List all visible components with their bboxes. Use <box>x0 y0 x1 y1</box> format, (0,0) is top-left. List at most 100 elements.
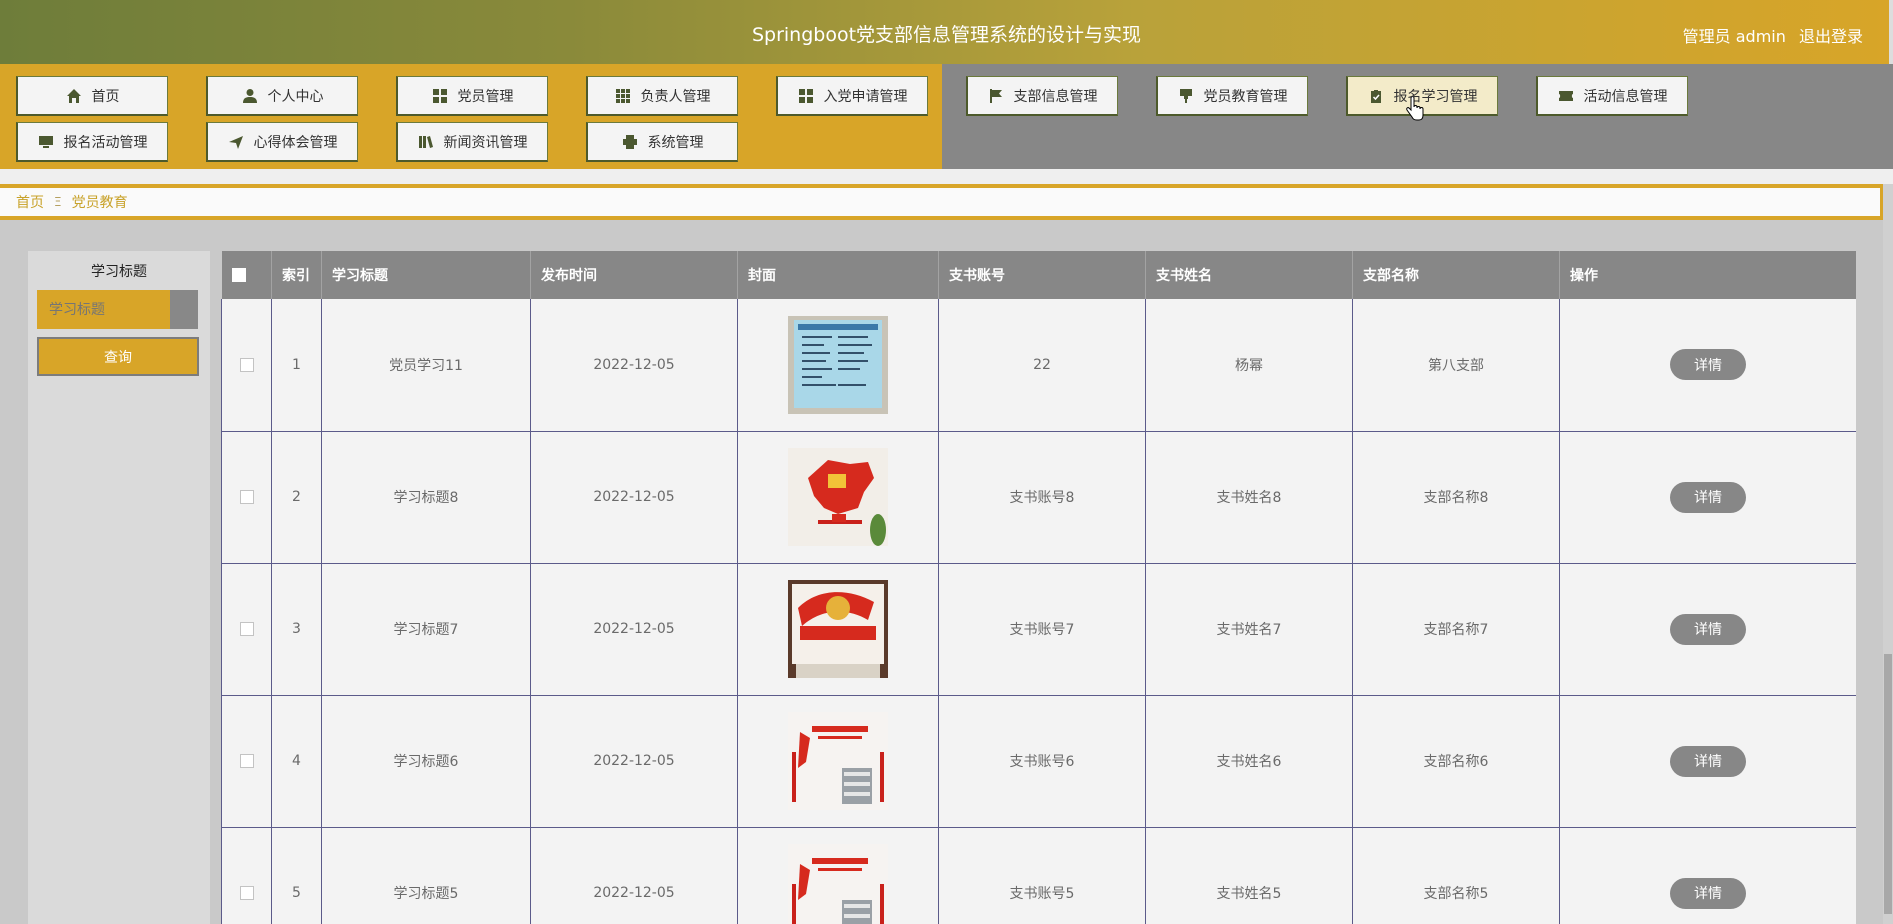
nav-item-0[interactable]: 首页 <box>16 76 168 116</box>
account-cell: 支书账号8 <box>938 431 1146 564</box>
nav-item-5[interactable]: 支部信息管理 <box>966 76 1118 116</box>
breadcrumb: 首页 Ξ 党员教育 <box>0 184 1884 220</box>
row-checkbox[interactable] <box>239 490 254 504</box>
cover-cell <box>737 299 939 432</box>
row-checkbox-cell <box>221 827 272 924</box>
book-icon <box>418 134 434 150</box>
breadcrumb-current: 党员教育 <box>71 195 128 211</box>
title-cell: 学习标题7 <box>321 563 531 696</box>
cover-cell <box>737 827 939 924</box>
column-header-8: 操作 <box>1559 251 1856 299</box>
name-cell: 支书姓名7 <box>1145 563 1353 696</box>
row-checkbox-cell <box>221 431 272 564</box>
nav-item-label: 入党申请管理 <box>823 88 908 105</box>
app-title: Springboot党支部信息管理系统的设计与实现 <box>751 24 1142 46</box>
printer-icon <box>622 134 638 150</box>
detail-button[interactable]: 详情 <box>1670 481 1746 513</box>
user-area: 管理员 admin 退出登录 <box>1675 23 1863 47</box>
cover-cell <box>737 563 939 696</box>
column-header-1: 索引 <box>271 251 322 299</box>
row-checkbox-cell <box>221 695 272 828</box>
nav-item-8[interactable]: 活动信息管理 <box>1536 76 1688 116</box>
row-checkbox[interactable] <box>239 886 254 900</box>
nav-item-label: 新闻资讯管理 <box>443 134 528 151</box>
row-checkbox[interactable] <box>239 754 254 768</box>
account-cell: 支书账号5 <box>938 827 1146 924</box>
user-icon <box>242 88 258 104</box>
name-cell: 支书姓名5 <box>1145 827 1353 924</box>
table-row: 5 学习标题5 2022-12-05 支书账号5 支书姓名5 支部名称5 详情 <box>221 827 1856 924</box>
branch-cell: 支部名称8 <box>1352 431 1560 564</box>
index-cell: 1 <box>271 299 322 432</box>
scrollbar-thumb[interactable] <box>1884 654 1892 914</box>
nav-item-4[interactable]: 入党申请管理 <box>776 76 928 116</box>
data-table-wrap: 索引 学习标题 发布时间 封面 支书账号 支书姓名 支部名称 操作 1 党员学习11 2022-1… <box>221 251 1856 924</box>
search-panel: 学习标题 查询 <box>28 251 210 924</box>
search-input-tail <box>170 290 198 329</box>
flag-icon <box>988 88 1004 104</box>
detail-button[interactable]: 详情 <box>1670 349 1746 381</box>
branch-cell: 支部名称6 <box>1352 695 1560 828</box>
cover-image <box>788 448 888 546</box>
date-cell: 2022-12-05 <box>530 695 738 828</box>
divider-strip <box>0 169 1893 184</box>
detail-button[interactable]: 详情 <box>1670 877 1746 909</box>
hand-cursor-icon <box>1406 97 1424 121</box>
nav-item-9[interactable]: 报名活动管理 <box>16 122 168 162</box>
name-cell: 杨幂 <box>1145 299 1353 432</box>
header-edge <box>1889 0 1893 64</box>
nav-item-label: 个人中心 <box>267 88 324 105</box>
date-cell: 2022-12-05 <box>530 563 738 696</box>
logout-link[interactable]: 退出登录 <box>1799 27 1863 46</box>
nav-item-2[interactable]: 党员管理 <box>396 76 548 116</box>
table-row: 1 党员学习11 2022-12-05 22 杨幂 第八支部 详情 <box>221 299 1856 432</box>
cover-image <box>788 580 888 678</box>
action-cell: 详情 <box>1559 299 1856 432</box>
date-cell: 2022-12-05 <box>530 431 738 564</box>
action-cell: 详情 <box>1559 431 1856 564</box>
title-cell: 党员学习11 <box>321 299 531 432</box>
nav-item-6[interactable]: 党员教育管理 <box>1156 76 1308 116</box>
column-header-5: 支书账号 <box>938 251 1146 299</box>
row-checkbox[interactable] <box>239 357 254 372</box>
title-cell: 学习标题5 <box>321 827 531 924</box>
query-button[interactable]: 查询 <box>37 337 199 376</box>
index-cell: 2 <box>271 431 322 564</box>
column-header-2: 学习标题 <box>321 251 531 299</box>
cover-image <box>788 712 888 810</box>
nav-item-12[interactable]: 系统管理 <box>586 122 738 162</box>
detail-button[interactable]: 详情 <box>1670 745 1746 777</box>
nav-item-10[interactable]: 心得体会管理 <box>206 122 358 162</box>
branch-cell: 支部名称5 <box>1352 827 1560 924</box>
breadcrumb-separator-icon: Ξ <box>54 195 62 209</box>
action-cell: 详情 <box>1559 827 1856 924</box>
nav-item-11[interactable]: 新闻资讯管理 <box>396 122 548 162</box>
account-cell: 22 <box>938 299 1146 432</box>
nav-item-3[interactable]: 负责人管理 <box>586 76 738 116</box>
nav-item-label: 党员管理 <box>457 88 514 105</box>
select-all-checkbox[interactable] <box>231 268 246 282</box>
cover-cell <box>737 431 939 564</box>
nav-item-1[interactable]: 个人中心 <box>206 76 358 116</box>
date-cell: 2022-12-05 <box>530 827 738 924</box>
name-cell: 支书姓名8 <box>1145 431 1353 564</box>
row-checkbox[interactable] <box>239 622 254 636</box>
send-icon <box>228 134 244 150</box>
row-checkbox-cell <box>221 299 272 432</box>
grid9-icon <box>615 88 631 104</box>
nav-item-label: 活动信息管理 <box>1583 88 1668 105</box>
action-cell: 详情 <box>1559 563 1856 696</box>
index-cell: 5 <box>271 827 322 924</box>
table-header-row: 索引 学习标题 发布时间 封面 支书账号 支书姓名 支部名称 操作 <box>221 251 1856 299</box>
detail-button[interactable]: 详情 <box>1670 613 1746 645</box>
column-header-0[interactable] <box>221 251 272 299</box>
column-header-6: 支书姓名 <box>1145 251 1353 299</box>
name-cell: 支书姓名6 <box>1145 695 1353 828</box>
nav-item-label: 党员教育管理 <box>1203 88 1288 105</box>
breadcrumb-home[interactable]: 首页 <box>16 192 44 212</box>
title-cell: 学习标题8 <box>321 431 531 564</box>
table-row: 4 学习标题6 2022-12-05 支书账号6 支书姓名6 支部名称6 详情 <box>221 695 1856 828</box>
page-scrollbar[interactable] <box>1883 184 1893 924</box>
monitor-icon <box>38 134 54 150</box>
nav-item-label: 系统管理 <box>647 134 704 151</box>
